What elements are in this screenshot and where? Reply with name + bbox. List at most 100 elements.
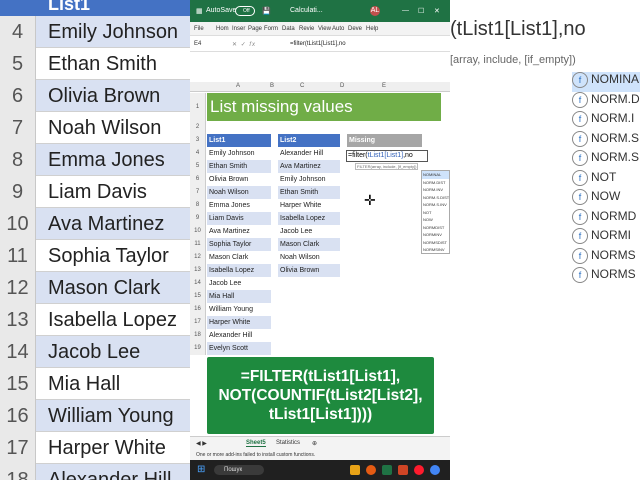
row-number[interactable]: 17 [190,316,206,329]
list2-cell[interactable]: Alexander Hill [278,147,340,160]
menu-item[interactable]: View [318,26,331,32]
row-number[interactable]: 4 [190,147,206,160]
list1-cell[interactable]: Liam Davis [207,212,271,225]
column-header[interactable]: D [340,83,344,89]
row-number[interactable]: 5 [190,160,206,173]
row-number[interactable]: 2 [190,121,206,134]
row-number[interactable]: 19 [190,342,206,355]
opera-icon[interactable] [414,465,424,475]
prev-sheet-icon[interactable]: ◀ ▶ [196,440,207,447]
list2-cell[interactable]: Jacob Lee [278,225,340,238]
zoom-row-name: William Young [48,405,174,427]
list1-cell[interactable]: Sophia Taylor [207,238,271,251]
column-header[interactable]: E [382,83,386,89]
autosave-toggle[interactable]: Off [235,6,255,16]
row-number[interactable]: 7 [190,186,206,199]
formula-overlay: =FILTER(tList1[List1], NOT(COUNTIF(tList… [207,357,434,434]
list2-cell[interactable]: Mason Clark [278,238,340,251]
row-number[interactable]: 12 [190,251,206,264]
list1-cell[interactable]: Olivia Brown [207,173,271,186]
row-number[interactable]: 1 [190,93,206,121]
autocomplete-item[interactable]: NORMDIST [422,224,449,232]
list1-cell[interactable]: Emma Jones [207,199,271,212]
menu-item[interactable]: Hom [216,26,229,32]
menu-item[interactable]: Auto [332,26,344,32]
row-number[interactable]: 10 [190,225,206,238]
menu-item[interactable]: Revie [299,26,314,32]
minimize-icon[interactable]: — [402,7,409,14]
powerpoint-icon[interactable] [398,465,408,475]
list2-cell[interactable]: Olivia Brown [278,264,340,277]
list2-cell[interactable]: Isabella Lopez [278,212,340,225]
row-number[interactable]: 3 [190,134,206,147]
list2-cell[interactable]: Ava Martinez [278,160,340,173]
name-box[interactable]: E4 [194,41,226,47]
tab-statistics[interactable]: Statistics [276,440,300,446]
row-number[interactable]: 8 [190,199,206,212]
autocomplete-item[interactable]: NORM.INV [422,186,449,194]
row-number[interactable]: 13 [190,264,206,277]
autocomplete-item[interactable]: NORMSDIST [422,239,449,247]
zoom-row: 9 Liam Davis [0,176,190,208]
list1-cell[interactable]: Mia Hall [207,290,271,303]
autocomplete-item[interactable]: NORM.S.INV [422,201,449,209]
maximize-icon[interactable]: ☐ [418,7,424,15]
autocomplete-item[interactable]: NORMSINV [422,246,449,254]
firefox-icon[interactable] [366,465,376,475]
column-header[interactable]: A [236,83,240,89]
list2-cell[interactable]: Noah Wilson [278,251,340,264]
list1-cell[interactable]: Evelyn Scott [207,342,271,355]
list1-cell[interactable]: Ethan Smith [207,160,271,173]
menu-item[interactable]: Form [264,26,278,32]
list1-cell[interactable]: Alexander Hill [207,329,271,342]
avatar[interactable]: AL [370,6,380,16]
list2-cell[interactable]: Ethan Smith [278,186,340,199]
list2-cell[interactable]: Harper White [278,199,340,212]
close-icon[interactable]: ✕ [434,7,440,15]
menu-item[interactable]: Inser [232,26,245,32]
column-header[interactable]: C [300,83,304,89]
row-number[interactable]: 6 [190,173,206,186]
list1-cell[interactable]: Isabella Lopez [207,264,271,277]
autocomplete-item[interactable]: NORM.DIST [422,179,449,187]
column-header[interactable]: B [270,83,274,89]
zoom-row-number: 8 [0,144,36,176]
list1-cell[interactable]: Jacob Lee [207,277,271,290]
save-icon[interactable]: 💾 [262,7,271,15]
row-number[interactable]: 9 [190,212,206,225]
sheet-title: List missing values [207,93,441,121]
list1-cell[interactable]: Harper White [207,316,271,329]
autocomplete-item[interactable]: NOT [422,209,449,217]
add-sheet-icon[interactable]: ⊕ [312,440,317,447]
menu-item[interactable]: Page [248,26,262,32]
list1-cell[interactable]: Noah Wilson [207,186,271,199]
autocomplete-item[interactable]: NOMINAL [422,171,449,179]
windows-icon[interactable]: ⊞ [197,464,205,475]
list1-cell[interactable]: William Young [207,303,271,316]
excel-taskbar-icon[interactable] [382,465,392,475]
menu-item[interactable]: Data [282,26,295,32]
list1-cell[interactable]: Emily Johnson [207,147,271,160]
list2-cell[interactable]: Emily Johnson [278,173,340,186]
taskbar-search[interactable]: Пошук [214,465,264,475]
list1-cell[interactable]: Mason Clark [207,251,271,264]
folder-icon[interactable] [350,465,360,475]
menu-item[interactable]: Help [366,26,378,32]
zoom-item-label: NORMD [591,208,637,223]
row-number[interactable]: 18 [190,329,206,342]
menu-item[interactable]: File [194,26,204,32]
row-number[interactable]: 16 [190,303,206,316]
row-number[interactable]: 15 [190,290,206,303]
autocomplete-item[interactable]: NOW [422,216,449,224]
active-cell-editor[interactable]: =filter(tList1[List1],no [346,150,428,162]
tab-sheet5[interactable]: Sheet5 [246,440,266,447]
list1-cell[interactable]: Ava Martinez [207,225,271,238]
row-number[interactable]: 11 [190,238,206,251]
autocomplete-item[interactable]: NORMINV [422,231,449,239]
menu-item[interactable]: Deve [348,26,362,32]
formula-input[interactable]: =filter(tList1[List1],no [290,41,346,47]
status-bar: One or more add-ins failed to install cu… [190,450,450,460]
autocomplete-item[interactable]: NORM.S.DIST [422,194,449,202]
row-number[interactable]: 14 [190,277,206,290]
chrome-icon[interactable] [430,465,440,475]
